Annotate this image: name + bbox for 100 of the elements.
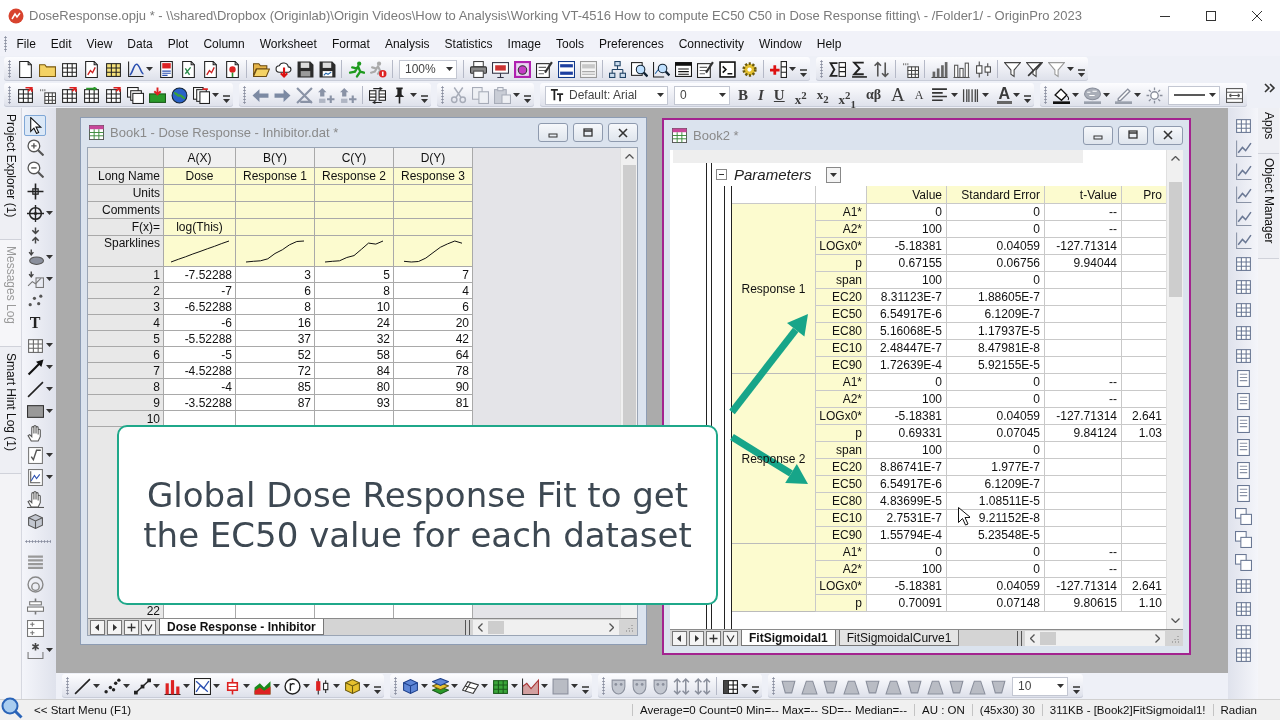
font-icon[interactable]: [550, 88, 564, 102]
projector-screen-icon[interactable]: [491, 60, 509, 78]
sheet-tab[interactable]: FitSigmoidalCurve1: [838, 630, 960, 646]
plus-icon[interactable]: [706, 630, 721, 646]
chevron-right-icon[interactable]: [609, 622, 614, 632]
font-field[interactable]: Default: Arial: [545, 85, 668, 105]
grip-handle[interactable]: [4, 35, 7, 52]
globe-icon[interactable]: [170, 86, 188, 104]
page-icon[interactable]: [223, 60, 241, 78]
add-column-icon[interactable]: [769, 60, 787, 78]
line-chart-icon[interactable]: [1234, 209, 1252, 226]
caret-icon[interactable]: [243, 684, 250, 688]
vertical-lines-icon[interactable]: [962, 86, 979, 104]
scrollbar-thumb[interactable]: [1040, 631, 1056, 645]
caret-icon[interactable]: [1067, 67, 1074, 71]
column-header[interactable]: t-Value: [1045, 186, 1122, 204]
underline-button[interactable]: U: [769, 85, 789, 105]
scrollbar[interactable]: [1166, 150, 1183, 629]
grid-icon[interactable]: [60, 60, 78, 78]
toolbar-options-icon[interactable]: [800, 68, 807, 78]
chart-page-icon[interactable]: [82, 60, 100, 78]
caret-icon[interactable]: [273, 684, 280, 688]
caret-icon[interactable]: [541, 684, 548, 688]
column-chart-icon[interactable]: [164, 677, 181, 695]
side-panel-tab[interactable]: Project Explorer (1): [0, 108, 21, 241]
running-figure-icon[interactable]: [347, 60, 365, 78]
striped-window-icon[interactable]: [557, 60, 575, 78]
caret-icon[interactable]: [212, 93, 219, 97]
column-header[interactable]: Value: [867, 186, 947, 204]
caret-icon[interactable]: [46, 343, 53, 347]
notepad-pencil-icon[interactable]: [696, 60, 714, 78]
caret-icon[interactable]: [513, 93, 520, 97]
close-button[interactable]: [1153, 125, 1183, 145]
tool-button[interactable]: [24, 158, 46, 180]
caret-icon[interactable]: [511, 684, 518, 688]
caret-icon[interactable]: [950, 93, 958, 97]
arrow-plus-icon[interactable]: [317, 86, 335, 104]
menu-item[interactable]: Preferences: [591, 34, 672, 53]
line-icon[interactable]: [74, 677, 91, 695]
caret-icon[interactable]: [445, 67, 453, 71]
caret-icon[interactable]: [718, 93, 726, 97]
zoom-field[interactable]: 100%: [399, 59, 457, 79]
grid-icon[interactable]: [901, 60, 919, 78]
caret-icon[interactable]: [1103, 93, 1111, 97]
grip-handle[interactable]: [243, 86, 246, 104]
caret-icon[interactable]: [123, 684, 130, 688]
caret-icon[interactable]: [46, 255, 53, 259]
bar-chart-icon[interactable]: [930, 60, 948, 78]
caret-icon[interactable]: [183, 684, 190, 688]
caret-icon[interactable]: [1013, 93, 1021, 97]
chevron-down-icon[interactable]: [141, 619, 156, 635]
grip-handle[interactable]: [1044, 86, 1048, 104]
tool-button[interactable]: T: [24, 312, 46, 334]
toolbar-options-icon[interactable]: [1024, 94, 1032, 104]
cube-icon[interactable]: [402, 677, 419, 695]
grip-handle[interactable]: [441, 86, 444, 104]
curve-icon[interactable]: [126, 60, 144, 78]
column-header[interactable]: A(X): [164, 148, 236, 168]
clipboard-icon[interactable]: [493, 86, 511, 104]
menu-item[interactable]: Plot: [160, 34, 196, 53]
minimize-button[interactable]: [1083, 125, 1113, 145]
grid-icon[interactable]: [492, 677, 509, 695]
running-figure-icon[interactable]: [369, 60, 387, 78]
gear-icon[interactable]: [740, 60, 758, 78]
grid-arrow-icon[interactable]: [60, 86, 78, 104]
resize-grip-icon[interactable]: [623, 622, 633, 632]
caret-icon[interactable]: [46, 409, 53, 413]
menu-item[interactable]: Window: [751, 34, 810, 53]
paint-bucket-icon[interactable]: [1052, 86, 1070, 104]
caret-icon[interactable]: [421, 684, 428, 688]
crossed-funnel-icon[interactable]: [1025, 60, 1043, 78]
column-header[interactable]: D(Y): [394, 148, 473, 168]
chevron-up-icon[interactable]: [1170, 156, 1180, 161]
line-chart-icon[interactable]: [1234, 232, 1252, 249]
caret-icon[interactable]: [981, 93, 989, 97]
arrow-plus-icon[interactable]: [339, 86, 357, 104]
caret-icon[interactable]: [481, 684, 488, 688]
hierarchy-icon[interactable]: [608, 60, 626, 78]
restore-button[interactable]: [573, 123, 603, 142]
open-folder-icon[interactable]: [252, 60, 270, 78]
font-color-button[interactable]: A: [996, 86, 1013, 104]
stacked-pages-icon[interactable]: [192, 86, 210, 104]
toolbar-options-icon[interactable]: [582, 685, 589, 695]
caret-icon[interactable]: [93, 684, 100, 688]
toolbar-options-icon[interactable]: [752, 685, 759, 695]
menu-item[interactable]: Analysis: [377, 34, 438, 53]
side-panel-tab[interactable]: Apps: [1258, 108, 1279, 155]
mask-icon[interactable]: [631, 677, 648, 695]
grip-handle[interactable]: [602, 677, 605, 695]
scrollbar-thumb[interactable]: [1168, 182, 1182, 297]
menu-item[interactable]: File: [9, 34, 44, 53]
shrink-font-button[interactable]: A: [910, 85, 928, 105]
grid-icon[interactable]: [38, 86, 56, 104]
caret-icon[interactable]: [451, 684, 458, 688]
grip-handle[interactable]: [394, 677, 397, 695]
grip-handle[interactable]: [8, 86, 11, 104]
table-icon[interactable]: [674, 60, 692, 78]
page-icon[interactable]: [16, 60, 34, 78]
cube-icon[interactable]: [344, 677, 361, 695]
grip-handle[interactable]: [8, 60, 11, 78]
